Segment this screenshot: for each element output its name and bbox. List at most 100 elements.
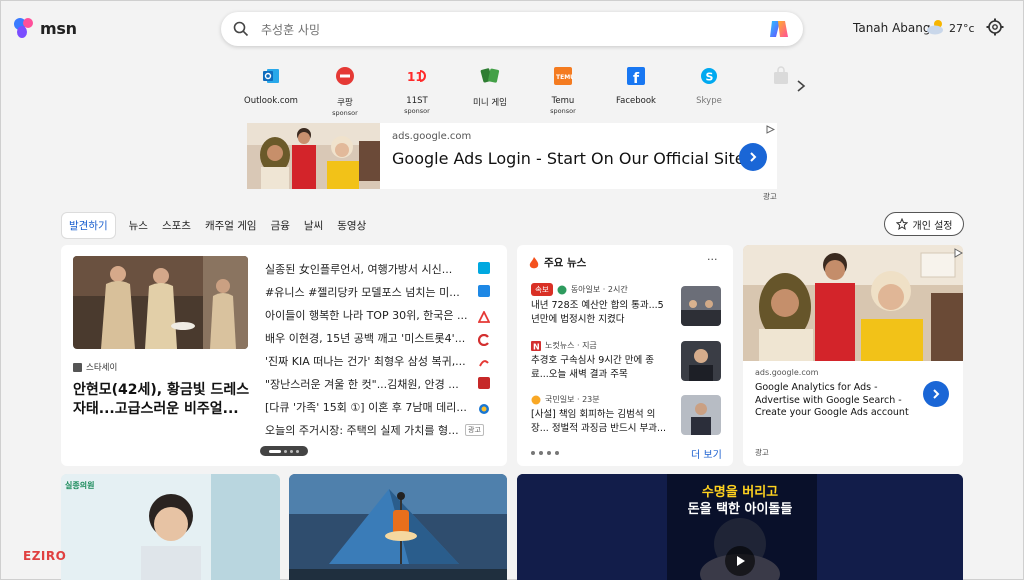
story-thumbnail[interactable] [681, 341, 721, 381]
play-icon [737, 556, 745, 566]
tab-weather[interactable]: 날씨 [297, 213, 330, 238]
ad-title[interactable]: Google Analytics for Ads - Advertise wit… [755, 382, 915, 420]
ad-image[interactable] [743, 245, 963, 361]
quicklink-label: 미니 게임 [473, 98, 507, 108]
show-tag: 실종의원 [65, 481, 95, 490]
story-source: 국민일보 · 23분 [531, 394, 600, 405]
headline-link[interactable]: "장난스러운 겨울 한 컷"...김채원, 안경 ... [265, 376, 471, 392]
lead-story-image[interactable] [73, 256, 248, 349]
video-card-2[interactable] [289, 474, 507, 580]
tab-video[interactable]: 동영상 [330, 213, 373, 238]
video-card-1[interactable]: 실종의원 [61, 474, 280, 580]
adchoices-icon[interactable] [766, 125, 775, 134]
story-thumbnail[interactable] [681, 286, 721, 326]
headline-link[interactable]: '진짜 KIA 떠나는 건가' 최형우 삼성 복귀,... [265, 353, 471, 369]
source-name: 국민일보 · 23분 [545, 395, 600, 404]
headline-link[interactable]: [다큐 '가족' 15회 ①] 이혼 후 7남매 데리... [265, 399, 471, 415]
personalize-button[interactable]: 개인 설정 [884, 212, 964, 236]
gear-icon[interactable] [986, 18, 1004, 36]
cards-game-icon [475, 61, 505, 91]
story-title[interactable]: 내년 728조 예산안 합의 통과...5년만에 법정시한 지켰다 [531, 299, 671, 327]
partly-cloudy-icon[interactable] [926, 18, 946, 36]
publisher-icon [477, 308, 491, 323]
temperature-label[interactable]: 27°c [949, 22, 975, 35]
sponsor-label: sponsor [332, 109, 358, 117]
chevron-right-icon[interactable] [795, 79, 807, 93]
watermark: EZIRO [23, 549, 67, 563]
publisher-icon [478, 354, 490, 367]
chevron-right-icon [933, 389, 940, 399]
quicklink-label: Skype [696, 96, 722, 106]
quicklink-11st[interactable]: 11 11ST sponsor [382, 61, 452, 115]
location-label[interactable]: Tanah Abang [853, 21, 930, 35]
svg-text:f: f [633, 71, 640, 86]
ad-arrow-button[interactable] [923, 381, 949, 407]
tab-discover[interactable]: 발견하기 [61, 212, 116, 239]
headline-link[interactable]: 배우 이현경, 15년 공백 깨고 '미스트롯4'... [265, 330, 471, 346]
story-title[interactable]: [사설] 책임 회피하는 김범석 의장... 정벌적 과징금 반드시 부과... [531, 408, 671, 436]
coupang-icon [330, 61, 360, 91]
ad-image [247, 123, 380, 189]
shopping-bag-icon [766, 61, 796, 91]
quicklink-outlook[interactable]: Outlook.com [236, 61, 306, 106]
tab-finance[interactable]: 금융 [264, 213, 297, 238]
video-card-3[interactable]: 수명을 버리고 돈을 택한 아이돌들 [517, 474, 963, 580]
source-name: 동아일보 · 2시간 [570, 285, 628, 294]
headline-link[interactable]: 오늘의 주거시장: 주택의 실제 가치를 형... [265, 422, 461, 438]
search-bar[interactable]: 추성훈 사밍 [221, 12, 803, 46]
see-more-link[interactable]: 더 보기 [691, 446, 722, 461]
lead-story-source[interactable]: 스타세이 [73, 361, 117, 373]
sponsor-label: sponsor [550, 107, 576, 115]
top-ad-banner[interactable]: ads.google.com Google Ads Login - Start … [247, 123, 777, 189]
headline-link[interactable]: 아이들이 행복한 나라 TOP 30위, 한국은 ... [265, 307, 471, 323]
msn-logo[interactable]: msn [13, 17, 77, 39]
headline-link[interactable]: 실종된 女인플루언서, 여행가방서 시신... [265, 261, 471, 277]
quicklink-temu[interactable]: TEMU Temu sponsor [528, 61, 598, 115]
story-source: N 노컷뉴스 · 지금 [531, 340, 597, 351]
publisher-logo-icon [531, 395, 541, 404]
ad-arrow-button[interactable] [739, 143, 767, 171]
fire-icon [529, 256, 539, 268]
search-input[interactable]: 추성훈 사밍 [261, 21, 767, 38]
ad-title[interactable]: Google Ads Login - Start On Our Official… [392, 149, 745, 168]
carousel-dots[interactable] [531, 451, 559, 455]
ad-url: ads.google.com [755, 368, 819, 377]
facebook-icon: f [621, 61, 651, 91]
breaking-badge: 속보 [531, 283, 553, 296]
msn-butterfly-icon [14, 18, 33, 38]
tab-casual-games[interactable]: 캐주얼 게임 [198, 213, 264, 238]
publisher-icon [478, 285, 490, 297]
lead-story-title[interactable]: 안현모(42세), 황금빛 드레스 자태...고급스러운 비주얼... [73, 381, 258, 419]
play-button[interactable] [725, 546, 755, 576]
headline-link[interactable]: #유니스 #젤리당카 모델포스 넘치는 미... [265, 284, 471, 300]
ad-label: 광고 [763, 192, 777, 201]
ad-tag: 광고 [465, 424, 484, 436]
svg-text:TEMU: TEMU [556, 74, 573, 81]
tab-sports[interactable]: 스포츠 [155, 213, 198, 238]
publisher-icon [478, 400, 490, 414]
story-thumbnail[interactable] [681, 395, 721, 435]
video-overlay-title: 수명을 버리고 돈을 택한 아이돌들 [517, 484, 963, 518]
tab-news[interactable]: 뉴스 [122, 213, 155, 238]
more-options-icon[interactable]: ··· [707, 253, 718, 266]
carousel-pager[interactable] [260, 446, 308, 456]
top-stories-heading: 주요 뉴스 [529, 255, 586, 270]
quicklink-skype[interactable]: S Skype [674, 61, 744, 106]
publisher-logo-icon [73, 362, 82, 372]
chevron-right-icon [750, 152, 757, 162]
star-edit-icon [895, 218, 908, 230]
quicklink-facebook[interactable]: f Facebook [601, 61, 671, 106]
quicklink-label: 11ST [406, 96, 428, 106]
11st-icon: 11 [402, 61, 432, 91]
copilot-icon[interactable] [767, 17, 791, 41]
quicklink-label: Facebook [616, 96, 656, 106]
skype-icon: S [694, 61, 724, 91]
source-name: 노컷뉴스 · 지금 [545, 341, 597, 350]
outlook-icon [256, 61, 286, 91]
quicklink-mini-game[interactable]: 미니 게임 [455, 61, 525, 108]
quicklink-coupang[interactable]: 쿠팡 sponsor [310, 61, 380, 117]
story-title[interactable]: 추경호 구속심사 9시간 만에 종료...오늘 새벽 결과 주목 [531, 354, 671, 382]
publisher-icon [478, 262, 490, 274]
quicklink-label: 쿠팡 [337, 98, 353, 108]
personalize-label: 개인 설정 [912, 220, 953, 232]
